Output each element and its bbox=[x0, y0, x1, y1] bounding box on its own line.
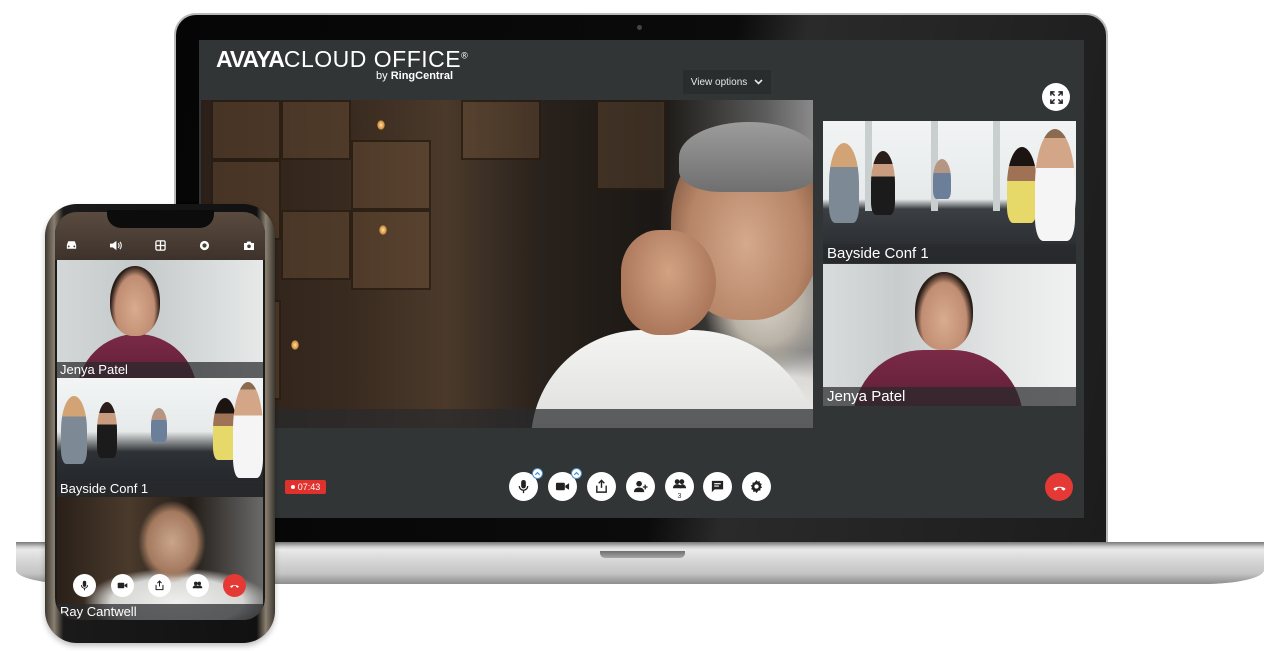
participants-icon bbox=[672, 478, 687, 488]
speaker-button[interactable] bbox=[108, 238, 124, 252]
participants-icon bbox=[192, 581, 203, 589]
record-button[interactable] bbox=[197, 238, 213, 252]
laptop-lid-notch bbox=[600, 551, 685, 558]
recording-elapsed: 07:43 bbox=[297, 482, 321, 492]
window-frame bbox=[993, 121, 1000, 211]
attendee bbox=[151, 408, 167, 442]
recording-dot-icon bbox=[290, 485, 295, 489]
phone-tile-bayside-conf[interactable]: Bayside Conf 1 bbox=[57, 378, 263, 497]
phone-microphone-button[interactable] bbox=[73, 574, 96, 597]
video-button[interactable] bbox=[548, 468, 582, 501]
speaker-hair bbox=[679, 122, 813, 192]
attendee-face bbox=[110, 266, 160, 336]
attendee bbox=[829, 143, 859, 223]
phone-tile-name: Bayside Conf 1 bbox=[57, 481, 263, 497]
recording-timer: 07:43 bbox=[285, 480, 326, 494]
webcam-dot bbox=[637, 25, 642, 30]
end-call-button[interactable] bbox=[1045, 473, 1073, 501]
microphone-button[interactable] bbox=[509, 468, 543, 501]
attendee bbox=[97, 402, 117, 458]
phone-tile-name: Jenya Patel bbox=[57, 362, 263, 378]
participants-count: 3 bbox=[677, 493, 682, 500]
main-speaker-video[interactable]: well bbox=[201, 100, 813, 428]
phone-tile-jenya-patel[interactable]: Jenya Patel bbox=[57, 260, 263, 378]
candle bbox=[291, 340, 299, 350]
attendee bbox=[1035, 129, 1075, 241]
add-participant-icon bbox=[633, 480, 648, 493]
speaker-hand bbox=[621, 230, 716, 335]
chevron-up-icon bbox=[534, 471, 541, 476]
share-screen-icon bbox=[155, 580, 164, 591]
settings-button[interactable] bbox=[742, 472, 771, 501]
camera-flip-icon bbox=[244, 241, 254, 250]
phone-participants-button[interactable] bbox=[186, 574, 209, 597]
view-options-dropdown[interactable]: View options bbox=[683, 70, 771, 94]
tile-name-jenya-patel: Jenya Patel bbox=[823, 387, 1076, 406]
bookshelf bbox=[461, 100, 541, 160]
attendee bbox=[61, 396, 87, 464]
bookshelf bbox=[351, 140, 431, 210]
share-screen-button[interactable] bbox=[587, 472, 616, 501]
expand-icon bbox=[1049, 90, 1063, 104]
main-speaker-name: well bbox=[201, 409, 813, 428]
fullscreen-button[interactable] bbox=[1042, 83, 1070, 111]
camera-flip-button[interactable] bbox=[241, 238, 257, 252]
hang-up-icon bbox=[1052, 486, 1066, 491]
attendee bbox=[933, 159, 951, 199]
phone-notch bbox=[107, 210, 214, 228]
logo-registered: ® bbox=[461, 50, 469, 61]
video-options-button[interactable] bbox=[571, 468, 582, 479]
bookshelf bbox=[351, 210, 431, 290]
attendee-face bbox=[915, 272, 973, 350]
phone-video-button[interactable] bbox=[111, 574, 134, 597]
phone-tile-name: Ray Cantwell bbox=[57, 604, 263, 620]
phone-end-call-button[interactable] bbox=[223, 574, 246, 597]
participant-tile-bayside-conf[interactable]: Bayside Conf 1 bbox=[823, 121, 1076, 263]
speaker-icon bbox=[110, 240, 122, 250]
microphone-options-button[interactable] bbox=[532, 468, 543, 479]
phone-share-button[interactable] bbox=[148, 574, 171, 597]
microphone-icon bbox=[80, 580, 89, 591]
attendee bbox=[871, 151, 895, 215]
add-participant-button[interactable] bbox=[626, 472, 655, 501]
participant-tile-jenya-patel[interactable]: Jenya Patel bbox=[823, 264, 1076, 406]
view-options-label: View options bbox=[690, 76, 748, 88]
phone-meeting-screen: Jenya Patel Bayside Conf 1 Ray Cantwell bbox=[55, 212, 265, 620]
microphone-icon bbox=[518, 479, 529, 494]
bookshelf bbox=[281, 100, 351, 160]
bookshelf bbox=[281, 210, 351, 280]
logo-brand: AVAYA bbox=[216, 46, 285, 72]
tile-name-bayside-conf: Bayside Conf 1 bbox=[823, 244, 1076, 263]
participants-button[interactable]: 3 bbox=[665, 472, 694, 501]
attendee bbox=[233, 382, 263, 478]
chevron-down-icon bbox=[754, 79, 763, 85]
bookshelf bbox=[596, 100, 666, 190]
grid-view-button[interactable] bbox=[152, 238, 168, 252]
grid-view-icon bbox=[154, 239, 166, 251]
chat-icon bbox=[711, 480, 724, 493]
app-logo: AVAYACLOUD OFFICE® by RingCentral bbox=[216, 46, 469, 82]
car-mode-icon bbox=[66, 241, 76, 249]
video-camera-icon bbox=[117, 582, 128, 589]
logo-subtitle: by RingCentral bbox=[376, 70, 454, 82]
chevron-up-icon bbox=[573, 471, 580, 476]
record-icon bbox=[199, 240, 210, 250]
candle bbox=[377, 120, 385, 130]
share-screen-icon bbox=[596, 479, 607, 493]
phone-tile-ray-cantwell[interactable]: Ray Cantwell bbox=[57, 497, 263, 620]
candle bbox=[379, 225, 387, 235]
attendee bbox=[1007, 147, 1037, 223]
hang-up-icon bbox=[230, 584, 239, 588]
video-camera-icon bbox=[555, 482, 570, 491]
gear-icon bbox=[750, 479, 763, 494]
chat-button[interactable] bbox=[703, 472, 732, 501]
logo-product: CLOUD OFFICE bbox=[283, 46, 462, 72]
car-mode-button[interactable] bbox=[63, 238, 79, 252]
bookshelf bbox=[211, 100, 281, 160]
